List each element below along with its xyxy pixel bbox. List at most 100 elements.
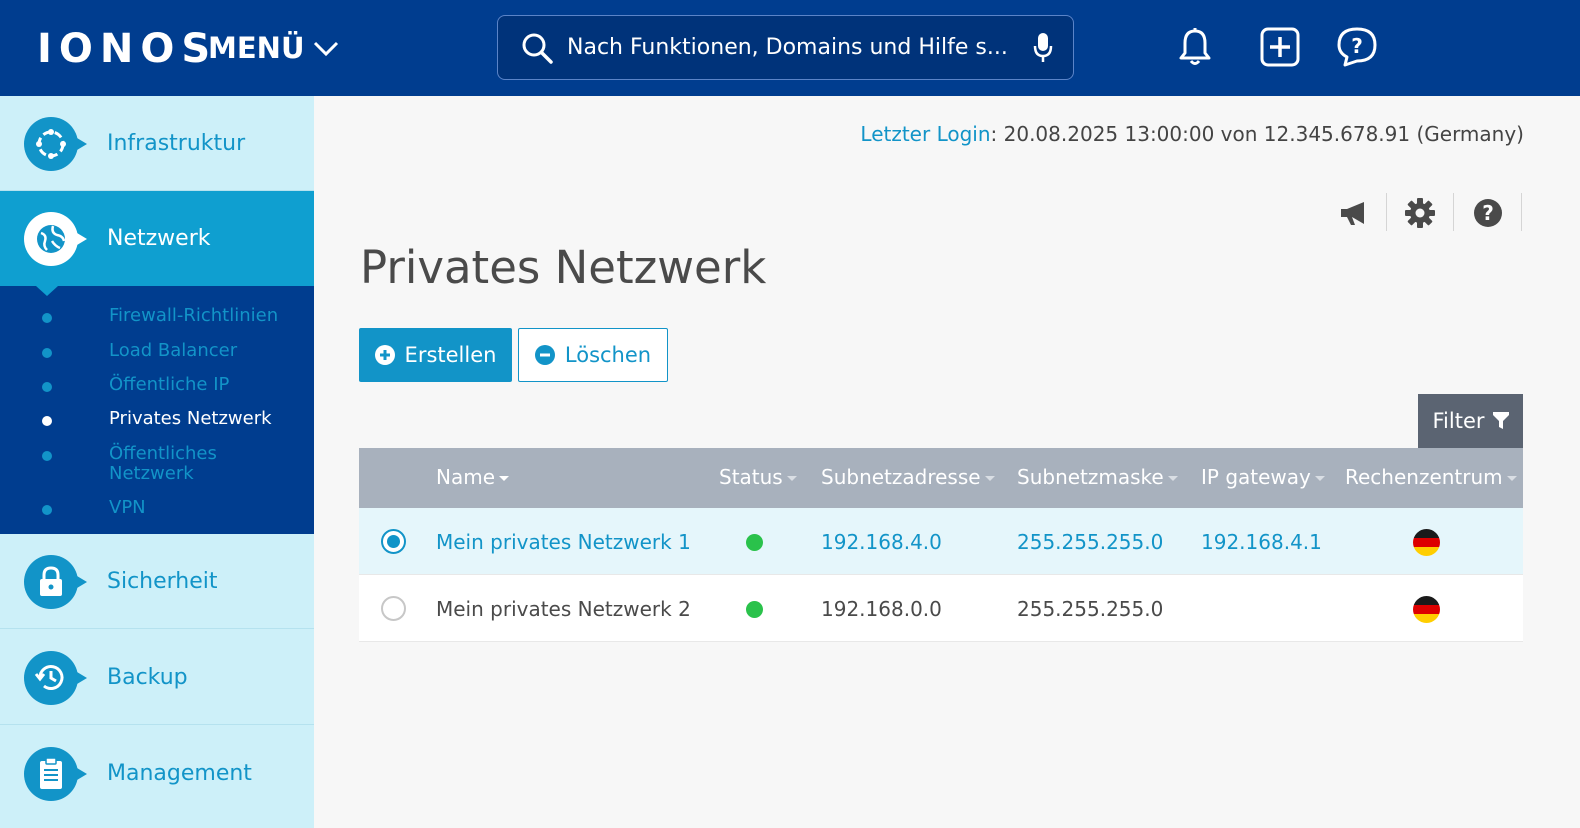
top-bar: IONOS MENÜ Nach Funktionen, Domains und … — [0, 0, 1580, 96]
header-label: Subnetzadresse — [821, 465, 981, 489]
question-icon[interactable]: ? — [1468, 193, 1508, 233]
submenu-label: Firewall-Richtlinien — [109, 305, 279, 326]
submenu-label: Öffentliche IP — [109, 374, 230, 395]
menu-label: MENÜ — [208, 31, 305, 65]
microphone-icon[interactable] — [1033, 32, 1053, 64]
search-input[interactable]: Nach Funktionen, Domains und Hilfe s... — [567, 35, 1017, 60]
de-flag-icon — [1413, 596, 1440, 623]
subnet-address: 192.168.0.0 — [821, 597, 942, 621]
lock-icon — [24, 555, 87, 609]
column-header-ip-gateway[interactable]: IP gateway — [1201, 465, 1325, 489]
sidebar-item-label: Infrastruktur — [107, 131, 246, 156]
sidebar-item-label: Netzwerk — [107, 226, 211, 251]
bell-icon[interactable] — [1174, 26, 1216, 68]
delete-button[interactable]: Löschen — [518, 328, 668, 382]
filter-icon — [1492, 412, 1509, 429]
column-header-name[interactable]: Name — [436, 465, 510, 489]
networks-table: Name Status Subnetzadresse Subnetzmaske … — [359, 448, 1523, 642]
submenu-item-public-ip[interactable]: Öffentliche IP — [0, 375, 314, 399]
sort-caret-icon — [1506, 475, 1517, 481]
sidebar-item-label: Management — [107, 761, 252, 786]
row-radio[interactable] — [381, 529, 406, 554]
last-login-link[interactable]: Letzter Login — [860, 122, 990, 146]
bullet — [42, 313, 52, 323]
bullet — [42, 416, 52, 426]
header-label: Status — [719, 465, 783, 489]
submenu-label: VPN — [109, 497, 146, 518]
network-submenu: Firewall-Richtlinien Load Balancer Öffen… — [0, 286, 314, 534]
submenu-item-firewall[interactable]: Firewall-Richtlinien — [0, 306, 314, 330]
submenu-item-private-network[interactable]: Privates Netzwerk — [0, 409, 314, 433]
sidebar-item-infrastruktur[interactable]: Infrastruktur — [0, 96, 314, 191]
backup-clock-icon — [24, 651, 87, 705]
page-title: Privates Netzwerk — [360, 241, 767, 294]
last-login-value: : 20.08.2025 13:00:00 von 12.345.678.91 … — [990, 122, 1524, 146]
bullet — [42, 382, 52, 392]
sidebar: Infrastruktur Netzwerk Firewall-Richtlin… — [0, 96, 314, 828]
sidebar-item-netzwerk[interactable]: Netzwerk — [0, 191, 314, 286]
search-icon — [522, 33, 553, 64]
menu-button[interactable]: MENÜ — [208, 30, 339, 66]
column-header-subnet-address[interactable]: Subnetzadresse — [821, 465, 995, 489]
filter-button[interactable]: Filter — [1418, 394, 1523, 448]
table-row[interactable]: Mein privates Netzwerk 2 192.168.0.0 255… — [359, 575, 1523, 642]
column-header-status[interactable]: Status — [719, 465, 797, 489]
column-header-subnet-mask[interactable]: Subnetzmaske — [1017, 465, 1178, 489]
svg-text:?: ? — [1482, 201, 1494, 225]
plus-square-icon[interactable] — [1259, 26, 1301, 68]
delete-label: Löschen — [564, 343, 652, 367]
ip-gateway: 192.168.4.1 — [1201, 530, 1322, 554]
submenu-item-vpn[interactable]: VPN — [0, 498, 314, 522]
search-box[interactable]: Nach Funktionen, Domains und Hilfe s... — [497, 15, 1074, 80]
sort-caret-icon — [1167, 475, 1178, 481]
subnet-address: 192.168.4.0 — [821, 530, 942, 554]
filter-label: Filter — [1432, 409, 1485, 433]
table-row[interactable]: Mein privates Netzwerk 1 192.168.4.0 255… — [359, 508, 1523, 575]
submenu-item-public-network[interactable]: Öffentliches Netzwerk — [0, 444, 314, 488]
sidebar-item-sicherheit[interactable]: Sicherheit — [0, 534, 314, 629]
subnet-mask: 255.255.255.0 — [1017, 597, 1164, 621]
sidebar-item-label: Backup — [107, 665, 188, 690]
sort-caret-icon — [1314, 475, 1325, 481]
gear-icon[interactable] — [1400, 193, 1440, 233]
header-label: Rechenzentrum — [1345, 465, 1503, 489]
clipboard-icon — [24, 747, 87, 801]
create-label: Erstellen — [404, 343, 497, 367]
ionos-logo[interactable]: IONOS — [37, 27, 217, 71]
svg-text:?: ? — [1351, 34, 1363, 58]
sidebar-item-management[interactable]: Management — [0, 726, 314, 821]
submenu-label: Load Balancer — [109, 340, 238, 361]
sidebar-item-label: Sicherheit — [107, 569, 218, 594]
sidebar-item-backup[interactable]: Backup — [0, 630, 314, 725]
submenu-pointer — [36, 286, 58, 296]
status-indicator — [746, 601, 763, 618]
row-radio[interactable] — [381, 596, 406, 621]
bullet — [42, 451, 52, 461]
de-flag-icon — [1413, 529, 1440, 556]
sort-caret-icon — [786, 475, 797, 481]
toolbar-divider — [1453, 193, 1454, 231]
network-name[interactable]: Mein privates Netzwerk 1 — [436, 530, 691, 554]
megaphone-icon[interactable] — [1334, 193, 1374, 233]
submenu-label: Privates Netzwerk — [109, 408, 272, 429]
bullet — [42, 348, 52, 358]
subnet-mask: 255.255.255.0 — [1017, 530, 1164, 554]
chevron-down-icon — [313, 41, 338, 57]
table-header: Name Status Subnetzadresse Subnetzmaske … — [359, 448, 1523, 508]
infrastructure-icon — [24, 117, 87, 171]
toolbar-divider — [1521, 193, 1522, 231]
plus-circle-icon — [374, 345, 395, 365]
bullet — [42, 505, 52, 515]
submenu-label: Öffentliches Netzwerk — [109, 443, 217, 484]
header-label: Name — [436, 465, 496, 489]
network-name[interactable]: Mein privates Netzwerk 2 — [436, 597, 691, 621]
network-globe-icon — [24, 212, 87, 266]
header-label: Subnetzmaske — [1017, 465, 1164, 489]
submenu-item-load-balancer[interactable]: Load Balancer — [0, 341, 314, 365]
last-login-info: Letzter Login: 20.08.2025 13:00:00 von 1… — [860, 122, 1524, 146]
sort-caret-icon — [499, 475, 510, 481]
create-button[interactable]: Erstellen — [359, 328, 512, 382]
column-header-datacenter[interactable]: Rechenzentrum — [1345, 465, 1517, 489]
help-chat-icon[interactable]: ? — [1336, 26, 1378, 68]
toolbar-divider — [1386, 193, 1387, 231]
